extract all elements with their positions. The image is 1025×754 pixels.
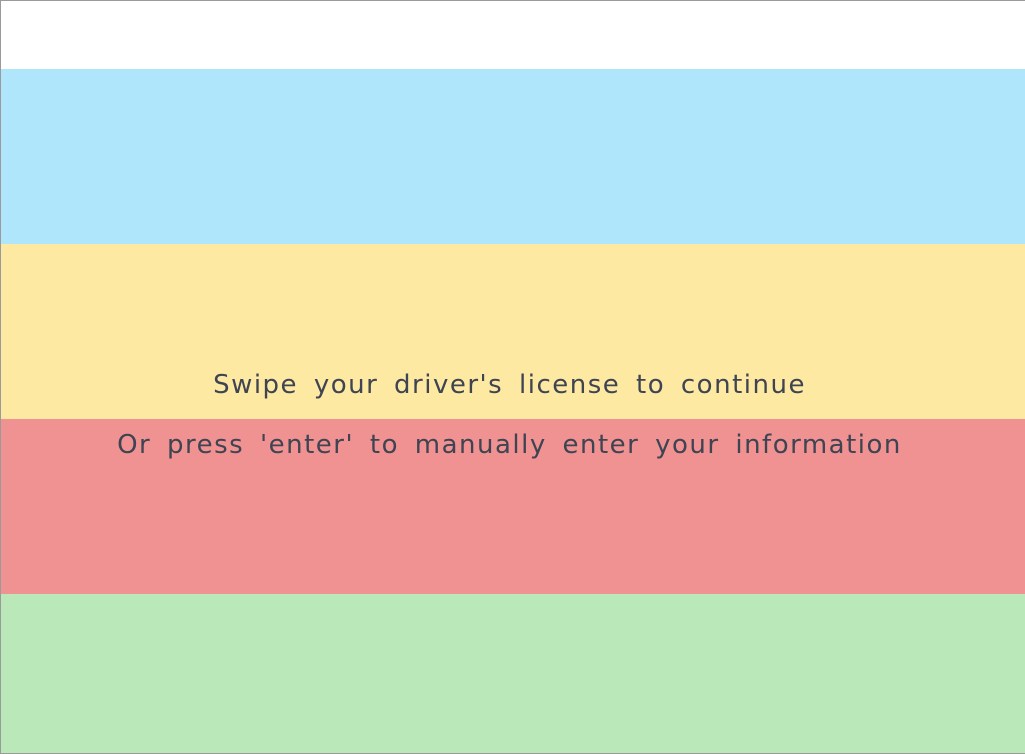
blue-band <box>1 69 1025 244</box>
manual-entry-message: Or press 'enter' to manually enter your … <box>117 430 902 460</box>
green-band <box>1 594 1025 753</box>
kiosk-screen: Swipe your driver's license to continue … <box>0 0 1025 754</box>
swipe-license-message: Swipe your driver's license to continue <box>213 370 806 400</box>
top-band <box>1 1 1025 69</box>
